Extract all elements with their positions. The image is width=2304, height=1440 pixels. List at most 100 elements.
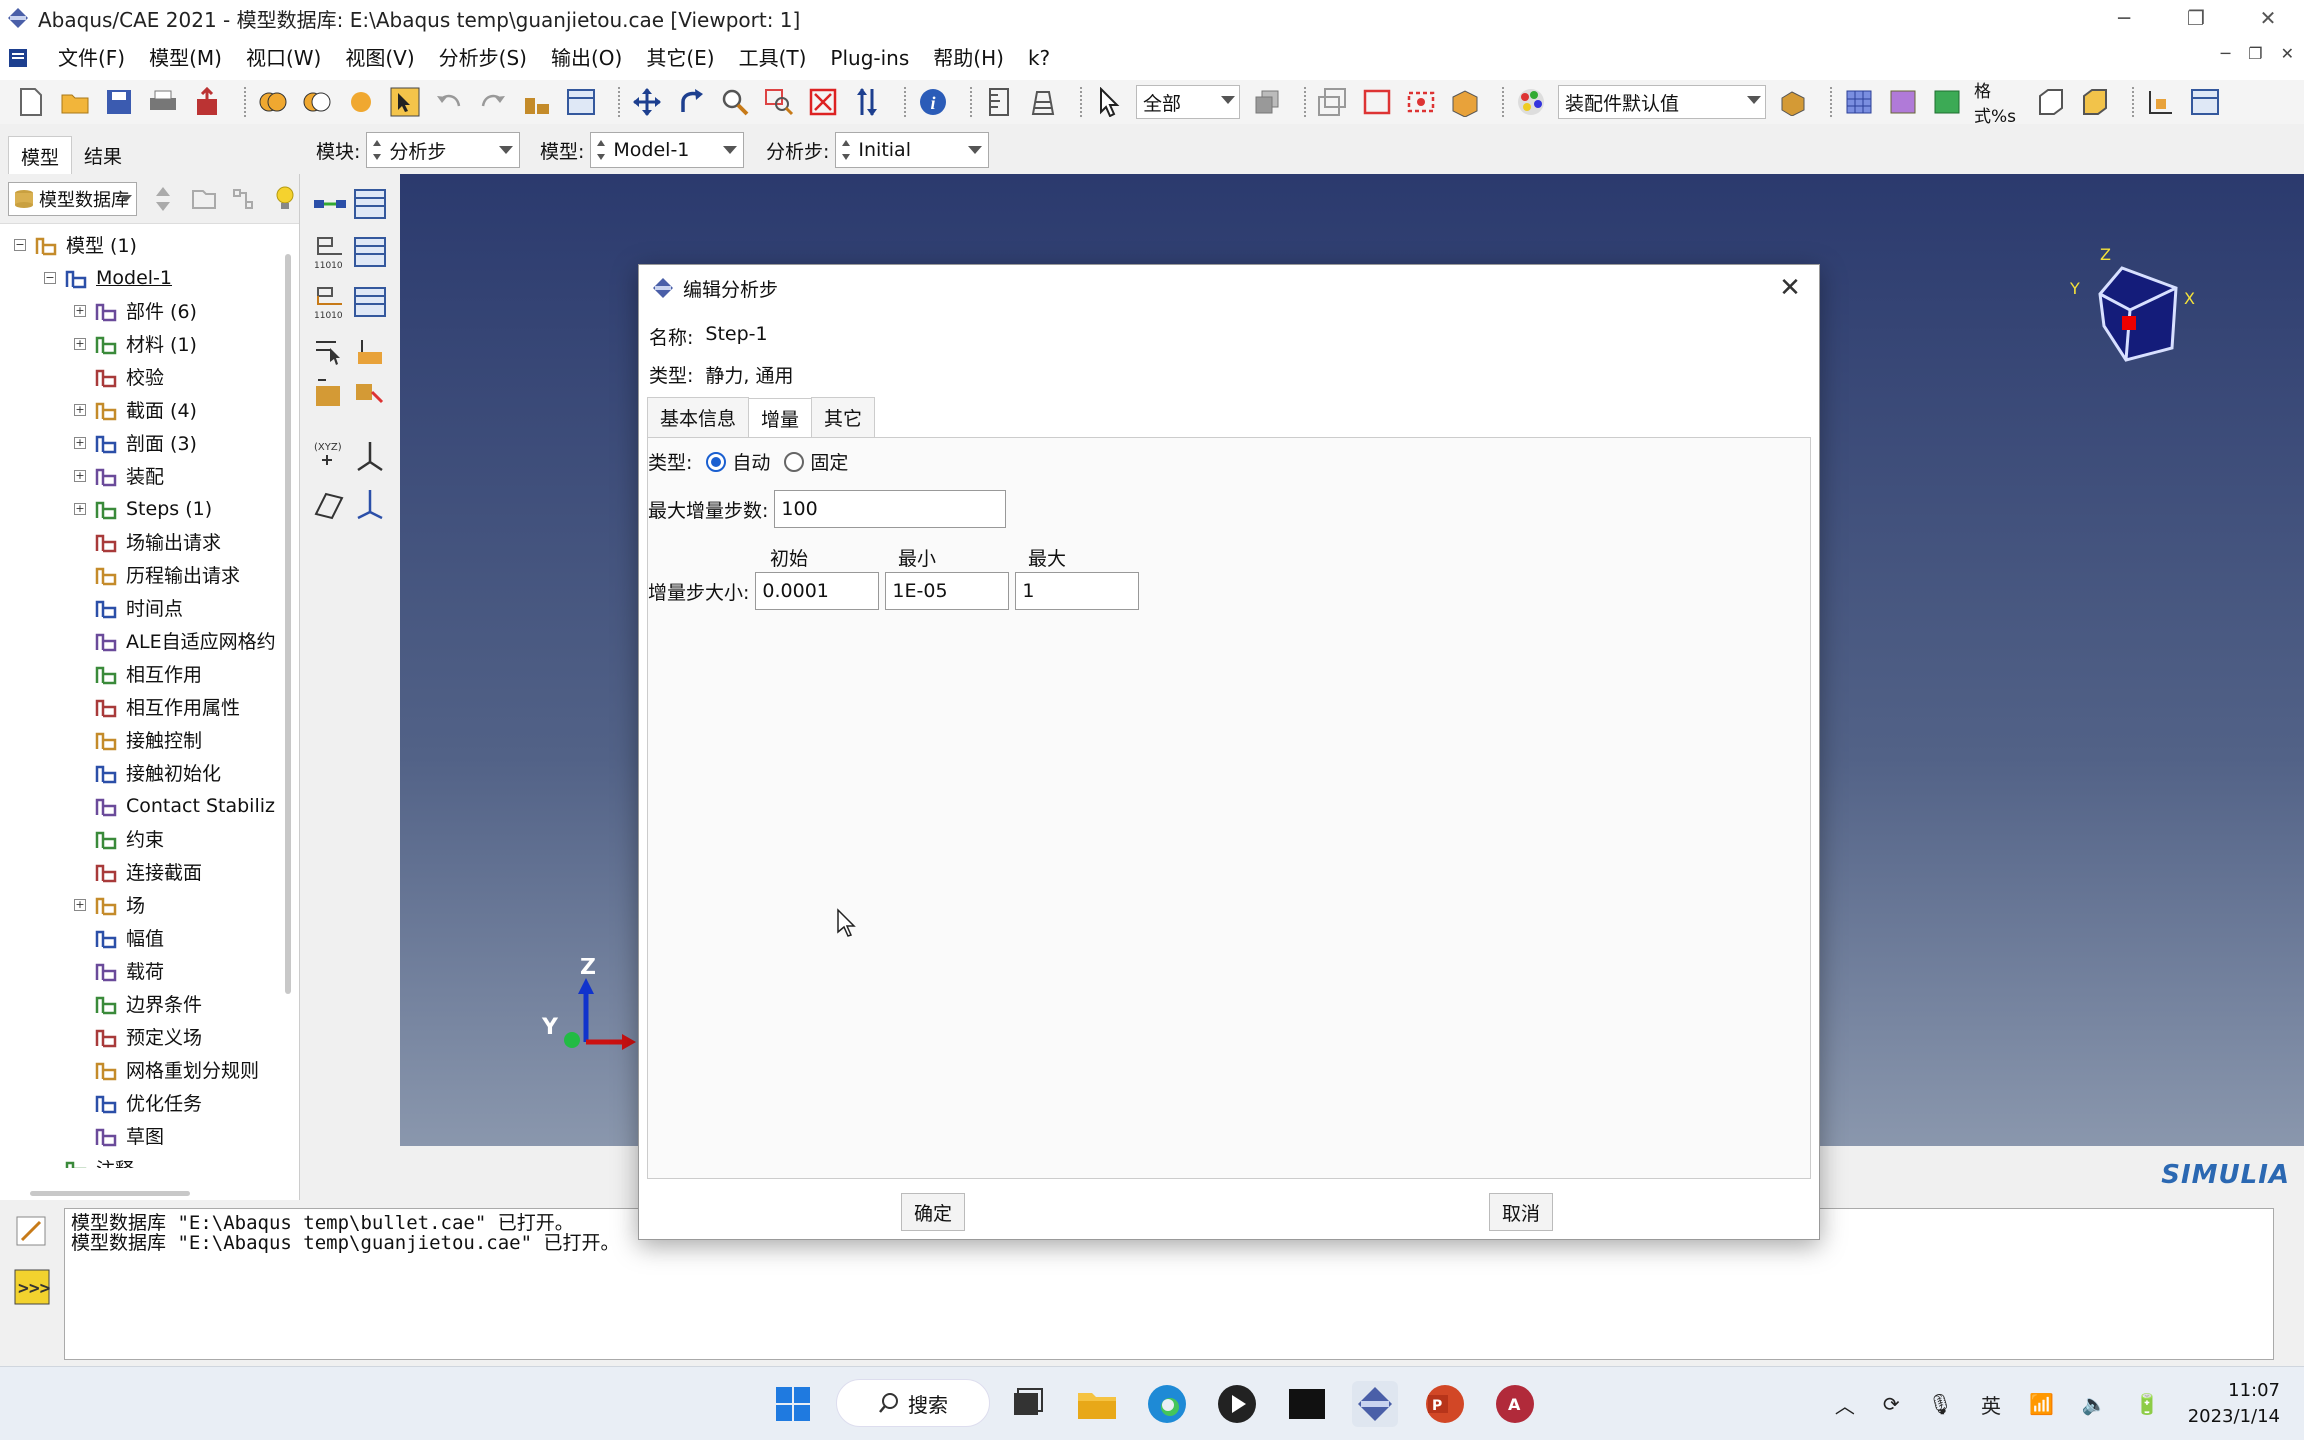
info-icon[interactable]: i	[916, 85, 950, 119]
tree-item[interactable]: + 装配	[0, 459, 282, 492]
python-console-icon[interactable]: >>>	[14, 1269, 51, 1305]
tree-item[interactable]: 载荷	[0, 954, 282, 987]
tree-item[interactable]: 优化任务	[0, 1086, 282, 1119]
field-output-manager-icon[interactable]	[352, 234, 388, 270]
select-drag-icon[interactable]	[1404, 85, 1438, 119]
media-player-icon[interactable]	[1214, 1381, 1260, 1427]
automatic-radio-label[interactable]: 自动	[732, 448, 770, 475]
menu-model[interactable]: 模型(M)	[137, 36, 234, 80]
select-tool-icon[interactable]	[388, 85, 422, 119]
print-icon[interactable]	[146, 85, 180, 119]
expand-icon[interactable]: +	[74, 469, 86, 482]
adaptive-mesh-icon[interactable]	[312, 334, 348, 370]
iso-view-icon[interactable]	[2078, 85, 2112, 119]
mdi-minimize-icon[interactable]: ─	[2221, 44, 2231, 63]
tab-basic[interactable]: 基本信息	[647, 397, 750, 437]
tree-item[interactable]: 约束	[0, 822, 282, 855]
max-increments-input[interactable]: 100	[774, 490, 1007, 528]
message-log-icon[interactable]	[14, 1214, 48, 1248]
perspective-icon[interactable]	[2034, 85, 2068, 119]
recorder-app-icon[interactable]: A	[1492, 1381, 1538, 1427]
copy-icon[interactable]	[1250, 85, 1284, 119]
boolean-union-icon[interactable]	[256, 85, 290, 119]
context-help-button[interactable]: k?	[1016, 36, 1062, 80]
select-box-icon[interactable]	[1360, 85, 1394, 119]
shaded-icon[interactable]	[1930, 85, 1964, 119]
color-code-icon[interactable]	[1776, 85, 1810, 119]
tree-item[interactable]: 时间点	[0, 591, 282, 624]
layout-icon[interactable]	[2144, 85, 2178, 119]
history-output-manager-icon[interactable]	[352, 284, 388, 320]
tree-item[interactable]: 预定义场	[0, 1020, 282, 1053]
view-cube-widget[interactable]: Z Y X	[2060, 244, 2210, 374]
tree-item[interactable]: 接触控制	[0, 723, 282, 756]
menu-viewport[interactable]: 视口(W)	[234, 36, 333, 80]
tree-horizontal-scrollbar[interactable]	[30, 1191, 190, 1196]
ale-manager-icon[interactable]	[352, 374, 388, 410]
table-view-icon[interactable]	[564, 85, 598, 119]
tree-item[interactable]: + 材料 (1)	[0, 327, 282, 360]
tree-item[interactable]: + 剖面 (3)	[0, 426, 282, 459]
mdi-restore-icon[interactable]: ❐	[2248, 44, 2262, 63]
tree-item[interactable]: 场输出请求	[0, 525, 282, 558]
tree-item[interactable]: + 截面 (4)	[0, 393, 282, 426]
tab-model[interactable]: 模型	[8, 136, 73, 176]
tab-incrementation[interactable]: 增量	[748, 398, 813, 438]
tree-item[interactable]: 边界条件	[0, 987, 282, 1020]
redo-icon[interactable]	[476, 85, 510, 119]
terminal-icon[interactable]	[1284, 1381, 1330, 1427]
csys-icon[interactable]: (XYZ)	[312, 438, 348, 474]
tree-item[interactable]: + 部件 (6)	[0, 294, 282, 327]
box-zoom-icon[interactable]	[762, 85, 796, 119]
datum-plane-icon[interactable]	[312, 486, 348, 522]
fixed-radio-label[interactable]: 固定	[810, 448, 848, 475]
boolean-cut-icon[interactable]	[300, 85, 334, 119]
tree-item[interactable]: 幅值	[0, 921, 282, 954]
open-folder-icon[interactable]	[58, 85, 92, 119]
battery-icon[interactable]: 🔋	[2135, 1392, 2160, 1416]
maximum-increment-input[interactable]: 1	[1015, 572, 1140, 610]
tree-item[interactable]: 相互作用属性	[0, 690, 282, 723]
step-manager-icon[interactable]	[352, 186, 388, 222]
tree-item[interactable]: 相互作用	[0, 657, 282, 690]
query-icon[interactable]	[1026, 85, 1060, 119]
adaptive-mesh-controls-icon[interactable]	[352, 334, 388, 370]
wifi-icon[interactable]: 📶	[2029, 1392, 2054, 1416]
tree-vertical-scrollbar[interactable]	[285, 254, 291, 994]
mesh-render-icon[interactable]	[1842, 85, 1876, 119]
restore-button[interactable]: ❐	[2160, 0, 2232, 36]
edge-browser-icon[interactable]	[1144, 1381, 1190, 1427]
tab-results[interactable]: 结果	[72, 136, 135, 176]
document-menu-icon[interactable]	[6, 46, 30, 70]
menu-help[interactable]: 帮助(H)	[921, 36, 1016, 80]
tab-other[interactable]: 其它	[811, 397, 876, 437]
undo-icon[interactable]	[432, 85, 466, 119]
filter-tree-icon[interactable]	[230, 184, 258, 214]
file-explorer-icon[interactable]	[1074, 1381, 1120, 1427]
new-file-icon[interactable]	[14, 85, 48, 119]
menu-output[interactable]: 输出(O)	[539, 36, 634, 80]
minimize-button[interactable]: ─	[2088, 0, 2160, 36]
assembly-defaults-select[interactable]: 装配件默认值	[1558, 85, 1766, 119]
clock[interactable]: 11:07 2023/1/14	[2188, 1378, 2280, 1430]
rotate-icon[interactable]	[674, 85, 708, 119]
volume-icon[interactable]: 🔈	[2082, 1392, 2107, 1416]
tree-item[interactable]: 草图	[0, 1119, 282, 1152]
tree-item[interactable]: 连接截面	[0, 855, 282, 888]
dialog-close-icon[interactable]: ✕	[1773, 271, 1807, 305]
menu-view[interactable]: 视图(V)	[333, 36, 426, 80]
pan-icon[interactable]	[630, 85, 664, 119]
export-icon[interactable]	[190, 85, 224, 119]
tree-item[interactable]: 网格重划分规则	[0, 1053, 282, 1086]
history-output-icon[interactable]: 11010	[312, 284, 348, 320]
menu-plugins[interactable]: Plug-ins	[818, 36, 921, 80]
task-view-icon[interactable]	[1004, 1381, 1050, 1427]
tree-item[interactable]: − 模型 (1)	[0, 228, 282, 261]
create-step-icon[interactable]	[312, 186, 348, 222]
auto-fit-icon[interactable]	[806, 85, 840, 119]
render-style-button[interactable]: 格式%s	[1974, 82, 2024, 127]
module-select[interactable]: 分析步	[366, 132, 521, 168]
hidden-line-icon[interactable]	[1886, 85, 1920, 119]
cycle-view-icon[interactable]	[850, 85, 884, 119]
cancel-button[interactable]: 取消	[1489, 1193, 1554, 1231]
